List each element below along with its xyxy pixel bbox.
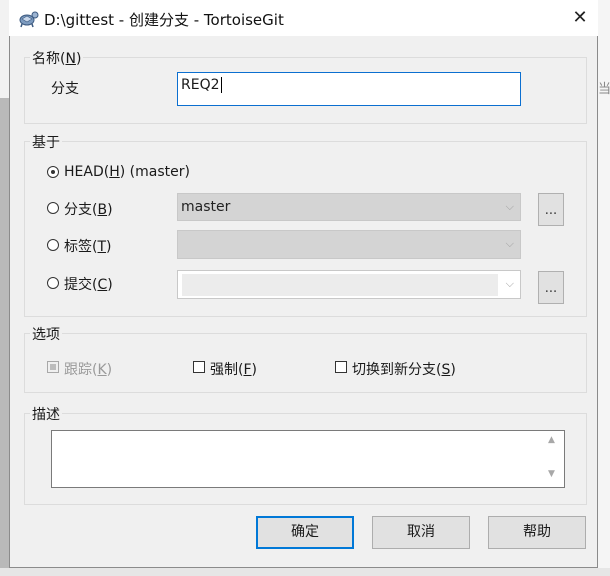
browse-branch-button[interactable]: ... <box>538 193 564 226</box>
chevron-down-icon: ⌵ <box>505 200 514 213</box>
cancel-button[interactable]: 取消 <box>372 516 470 549</box>
chevron-down-icon: ⌵ <box>505 237 514 250</box>
description-group-label: 描述 <box>30 404 62 424</box>
track-checkbox[interactable] <box>47 361 59 373</box>
name-group-label: 名称(N) <box>30 48 84 68</box>
base-group-label: 基于 <box>30 132 62 152</box>
close-icon: ✕ <box>572 7 588 28</box>
window-title: D:\gittest - 创建分支 - TortoiseGit <box>44 11 284 29</box>
branch-name-input[interactable]: REQ2 <box>177 72 521 106</box>
check-mark <box>50 364 56 370</box>
branch-radio-label[interactable]: 分支(B) <box>64 199 113 219</box>
tortoisegit-icon <box>19 11 39 28</box>
radio-selected-dot <box>51 170 55 174</box>
force-checkbox-label[interactable]: 强制(F) <box>210 359 257 379</box>
close-button[interactable]: ✕ <box>566 4 594 32</box>
branch-combo-value: master <box>181 199 231 215</box>
options-group-label: 选项 <box>30 324 62 344</box>
commit-combo-edit[interactable] <box>182 274 498 296</box>
commit-combo[interactable]: ⌵ <box>177 270 521 299</box>
commit-radio[interactable] <box>47 277 59 289</box>
background-window-panel <box>0 98 9 568</box>
chevron-down-icon: ⌵ <box>505 277 514 290</box>
force-checkbox[interactable] <box>193 361 205 373</box>
browse-commit-button[interactable]: ... <box>538 271 564 304</box>
head-radio[interactable] <box>47 166 59 178</box>
branch-name-value: REQ2 <box>181 77 220 93</box>
help-button[interactable]: 帮助 <box>488 516 586 549</box>
scroll-down-icon[interactable]: ▼ <box>548 469 555 479</box>
description-textarea[interactable]: ▲ ▼ <box>51 430 565 488</box>
head-radio-label[interactable]: HEAD(H) (master) <box>64 164 190 180</box>
background-text: 当 <box>598 82 610 97</box>
branch-radio[interactable] <box>47 202 59 214</box>
commit-radio-label[interactable]: 提交(C) <box>64 274 113 294</box>
tag-radio[interactable] <box>47 239 59 251</box>
scroll-up-icon[interactable]: ▲ <box>548 435 555 445</box>
track-checkbox-label[interactable]: 跟踪(K) <box>64 359 112 379</box>
switch-branch-checkbox-label[interactable]: 切换到新分支(S) <box>352 359 456 379</box>
ok-button[interactable]: 确定 <box>256 516 354 549</box>
background-bottom-strip <box>0 568 610 576</box>
switch-branch-checkbox[interactable] <box>335 361 347 373</box>
tag-radio-label[interactable]: 标签(T) <box>64 236 112 256</box>
branch-name-label: 分支 <box>51 81 79 97</box>
branch-combo[interactable]: master ⌵ <box>177 193 521 221</box>
tag-combo[interactable]: ⌵ <box>177 230 521 259</box>
